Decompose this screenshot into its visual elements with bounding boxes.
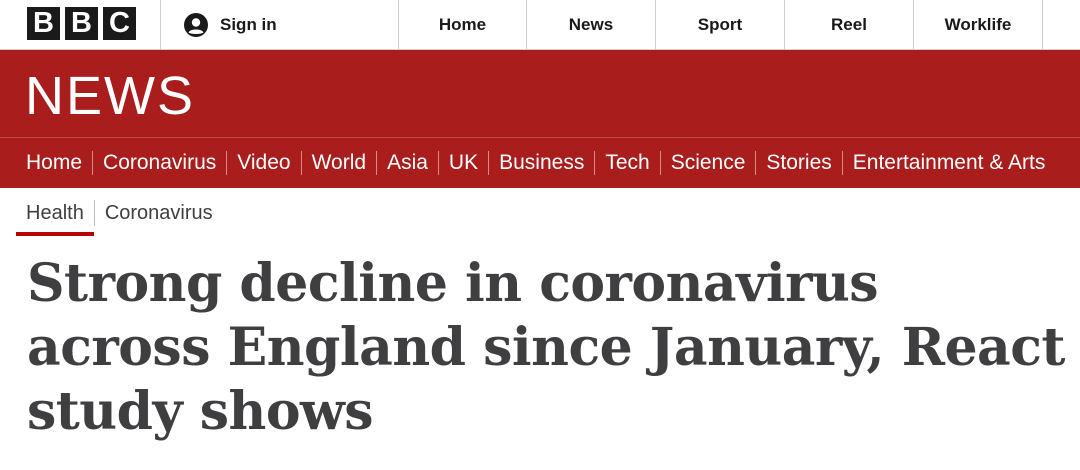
nav-news[interactable]: News — [527, 0, 655, 49]
nav-sport[interactable]: Sport — [656, 0, 784, 49]
section-world[interactable]: World — [300, 151, 376, 175]
masthead-divider — [1042, 0, 1043, 49]
user-icon — [184, 12, 208, 37]
section-science[interactable]: Science — [659, 151, 756, 175]
section-home[interactable]: Home — [0, 151, 92, 175]
nav-reel[interactable]: Reel — [785, 0, 913, 49]
section-nav: Home Coronavirus Video World Asia UK Bus… — [0, 138, 1080, 188]
section-video[interactable]: Video — [226, 151, 300, 175]
breadcrumb-coronavirus[interactable]: Coronavirus — [95, 200, 223, 226]
breadcrumb-health[interactable]: Health — [16, 200, 94, 236]
bbc-masthead: B B C Sign in Home News Sport Reel Workl… — [0, 0, 1080, 50]
section-stories[interactable]: Stories — [755, 151, 841, 175]
nav-worklife[interactable]: Worklife — [914, 0, 1042, 49]
section-uk[interactable]: UK — [437, 151, 488, 175]
breadcrumb: Health Coronavirus — [16, 200, 223, 238]
bbc-logo-letter: B — [27, 7, 60, 40]
section-tech[interactable]: Tech — [594, 151, 659, 175]
news-header: NEWS Home Coronavirus Video World Asia U… — [0, 50, 1080, 188]
masthead-divider — [160, 0, 161, 49]
bbc-logo[interactable]: B B C — [27, 7, 136, 40]
section-asia[interactable]: Asia — [376, 151, 438, 175]
section-entertainment-arts[interactable]: Entertainment & Arts — [841, 151, 1056, 175]
section-coronavirus[interactable]: Coronavirus — [92, 151, 226, 175]
bbc-logo-letter: C — [103, 7, 136, 40]
sign-in-link[interactable]: Sign in — [184, 0, 277, 49]
sign-in-label: Sign in — [220, 14, 277, 34]
news-logo[interactable]: NEWS — [25, 67, 195, 125]
article-headline: Strong decline in coronavirus across Eng… — [27, 253, 1065, 442]
nav-home[interactable]: Home — [399, 0, 526, 49]
bbc-logo-letter: B — [65, 7, 98, 40]
section-business[interactable]: Business — [488, 151, 594, 175]
